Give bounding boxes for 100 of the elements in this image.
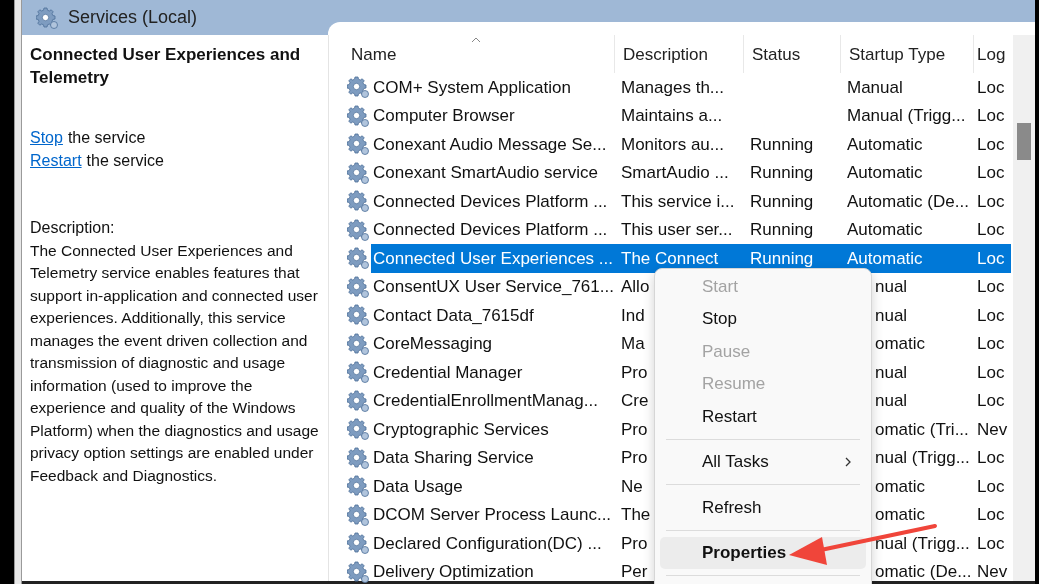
startup-type-cell-text: omatic	[875, 475, 926, 498]
log-on-cell-text: Loc	[977, 390, 1005, 412]
description-cell-text: SmartAudio ...	[621, 162, 729, 184]
window-title: Services (Local)	[68, 6, 198, 29]
description-cell-text: Maintains a...	[621, 105, 723, 127]
menu-item[interactable]: Stop	[660, 302, 866, 335]
service-name[interactable]: Cryptographic Services	[371, 415, 615, 444]
action-text: the service	[67, 128, 146, 148]
service-gear-icon	[347, 503, 369, 526]
status-cell-text: Running	[750, 247, 814, 270]
startup-type-cell-text: nual	[875, 390, 908, 412]
service-name[interactable]: COM+ System Application	[371, 73, 615, 102]
sort-caret-icon	[471, 37, 481, 43]
chevron-right-icon	[844, 455, 852, 468]
service-gear-icon	[347, 332, 369, 355]
status-cell-text: Running	[750, 219, 814, 241]
service-gear-icon	[347, 218, 369, 241]
menu-item[interactable]: Refresh	[660, 491, 866, 524]
service-name[interactable]: Delivery Optimization	[371, 557, 615, 584]
status-cell-text: Running	[750, 190, 814, 213]
log-on-cell-text: Loc	[977, 133, 1005, 156]
log-on-cell-text: Loc	[977, 333, 1005, 355]
startup-type-cell-text: Automatic	[847, 162, 923, 184]
log-on-cell-text: Loc	[977, 532, 1005, 555]
log-on-cell-text: Loc	[977, 361, 1005, 384]
description-cell-text: The Connect	[621, 247, 719, 270]
service-gear-icon	[347, 532, 369, 555]
description-cell-text: Pro	[621, 447, 648, 469]
service-title: Connected User Experiences and Telemetry	[30, 44, 302, 89]
scrollbar[interactable]	[1013, 35, 1035, 581]
status-cell-text: Running	[750, 133, 814, 156]
description-cell-text: Cre	[621, 390, 649, 412]
menu-item[interactable]: Properties	[660, 536, 866, 569]
scrollbar-thumb[interactable]	[1017, 123, 1031, 160]
status-cell-text: Running	[750, 162, 814, 184]
description-cell-text: Pro	[621, 532, 648, 555]
startup-type-cell-text: nual	[875, 304, 908, 327]
menu-item[interactable]: All Tasks	[660, 445, 866, 478]
service-gear-icon	[347, 389, 369, 412]
startup-type-cell-text: omatic	[875, 333, 926, 355]
service-name[interactable]: Contact Data_7615df	[371, 301, 615, 330]
service-gear-icon	[347, 361, 369, 384]
action-link[interactable]: Stop	[30, 127, 63, 150]
service-name[interactable]: Connected Devices Platform ...	[371, 215, 615, 244]
description-cell-text: Manages th...	[621, 76, 724, 99]
service-gear-icon	[347, 475, 369, 498]
service-name[interactable]: Conexant SmartAudio service	[371, 158, 615, 187]
service-gear-icon	[347, 304, 369, 327]
service-name[interactable]: Computer Browser	[371, 101, 615, 130]
description-text: The Connected User Experiences and Telemetry service enables features that support in-application and connected user experiences. Additionally, this service manages the event driven collection and transmission of diagnostic and usage information (used to improve the experience and quality of the Windows Platform) when the diagnostics and usage privacy option settings are enabled under Feedback and Diagnostics.	[30, 240, 320, 486]
column-header[interactable]: Description	[615, 35, 744, 73]
startup-type-cell-text: Automatic	[847, 133, 923, 156]
log-on-cell-text: Nev	[977, 418, 1008, 441]
service-gear-icon	[347, 446, 369, 469]
services-gear-icon	[36, 6, 58, 29]
action-link[interactable]: Restart	[30, 149, 82, 172]
service-gear-icon	[347, 247, 369, 270]
service-gear-icon	[347, 190, 369, 213]
column-header[interactable]: Log	[974, 35, 1011, 73]
service-name[interactable]: Credential Manager	[371, 358, 615, 387]
log-on-cell-text: Nev	[977, 561, 1008, 583]
startup-type-cell-text: omatic	[875, 504, 926, 526]
description-cell-text: Pro	[621, 361, 648, 384]
service-gear-icon	[347, 418, 369, 441]
service-name[interactable]: Conexant Audio Message Se...	[371, 130, 615, 159]
description-cell-text: The	[621, 504, 651, 526]
startup-type-cell-text: nual	[875, 276, 908, 298]
log-on-cell-text: Loc	[977, 447, 1005, 469]
service-name[interactable]: CoreMessaging	[371, 329, 615, 358]
description-cell-text: This service i...	[621, 190, 735, 213]
service-name[interactable]: Connected User Experiences ...	[371, 244, 615, 273]
startup-type-cell-text: nual (Trigg...	[875, 447, 970, 469]
startup-type-cell-text: nual (Trigg...	[875, 532, 970, 555]
description-cell-text: Per	[621, 561, 648, 583]
log-on-cell-text: Loc	[977, 276, 1005, 298]
service-name[interactable]: Data Sharing Service	[371, 443, 615, 472]
service-gear-icon	[347, 133, 369, 156]
description-cell-text: Pro	[621, 418, 648, 441]
log-on-cell-text: Loc	[977, 247, 1005, 270]
service-name[interactable]: DCOM Server Process Launc...	[371, 500, 615, 529]
startup-type-cell-text: Manual (Trigg...	[847, 105, 966, 127]
service-name[interactable]: CredentialEnrollmentManag...	[371, 386, 615, 415]
description-cell-text: This user ser...	[621, 219, 733, 241]
startup-type-cell-text: Automatic	[847, 247, 923, 270]
service-name[interactable]: ConsentUX User Service_761...	[371, 272, 615, 301]
startup-type-cell-text: nual	[875, 361, 908, 384]
log-on-cell-text: Loc	[977, 105, 1005, 127]
service-name[interactable]: Data Usage	[371, 472, 615, 501]
service-name[interactable]: Connected Devices Platform ...	[371, 187, 615, 216]
column-header[interactable]: Startup Type	[841, 35, 974, 73]
service-gear-icon	[347, 275, 369, 298]
log-on-cell-text: Loc	[977, 162, 1005, 184]
column-header[interactable]: Name	[343, 35, 615, 73]
description-cell-text: Ne	[621, 475, 643, 498]
menu-item[interactable]: Restart	[660, 400, 866, 433]
description-label: Description:	[30, 218, 116, 238]
description-cell-text: Ind	[621, 304, 645, 327]
service-name[interactable]: Declared Configuration(DC) ...	[371, 529, 615, 558]
column-header[interactable]: Status	[744, 35, 841, 73]
log-on-cell-text: Loc	[977, 504, 1005, 526]
